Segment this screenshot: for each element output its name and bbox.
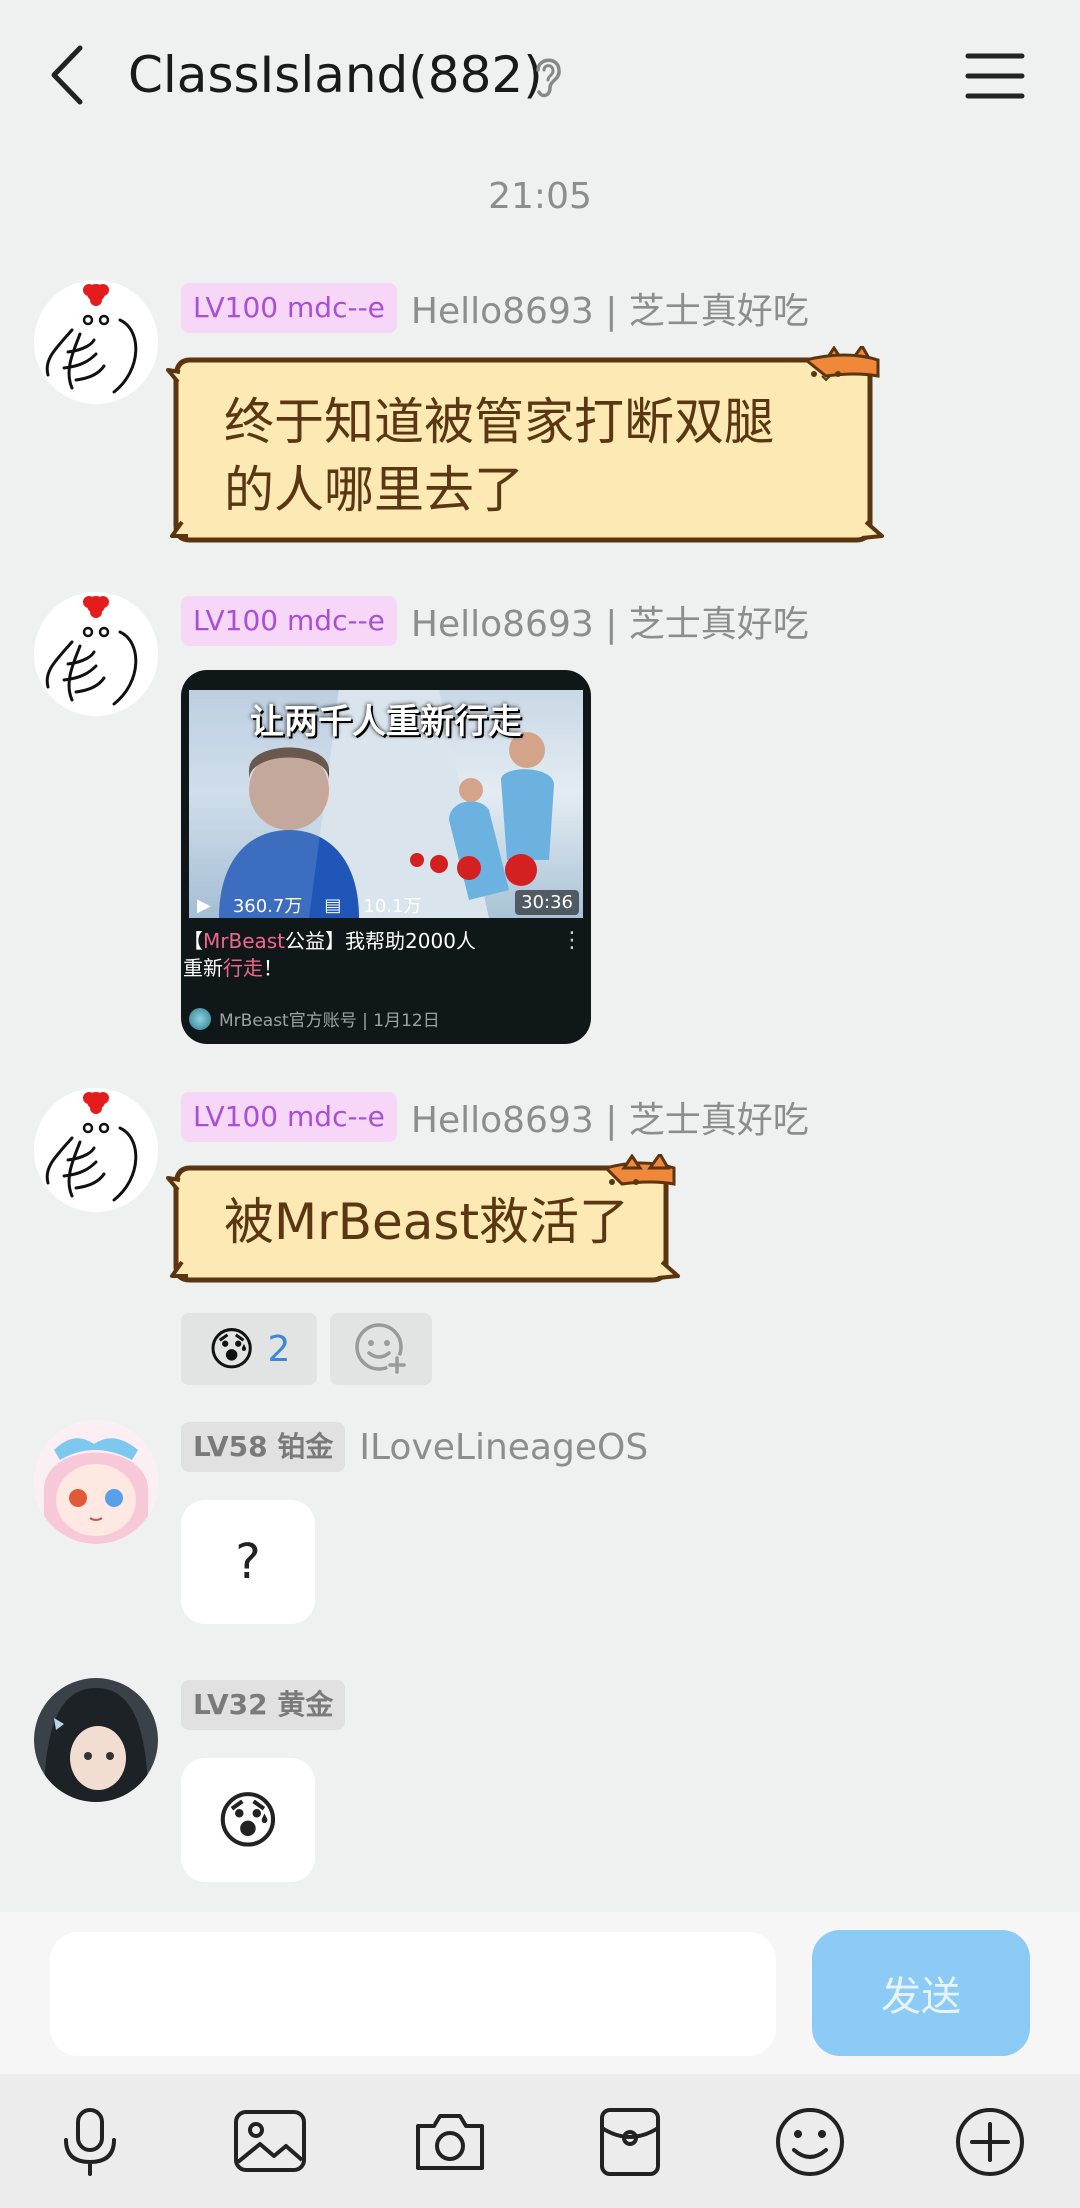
message-text: 被MrBeast救活了 <box>224 1193 630 1251</box>
avatar[interactable] <box>34 592 158 716</box>
add-reaction-button[interactable] <box>330 1313 432 1385</box>
message-input[interactable] <box>50 1932 776 2056</box>
reaction-count: 2 <box>267 1328 291 1370</box>
microphone-icon[interactable] <box>50 2102 130 2182</box>
add-emoji-icon <box>355 1323 407 1375</box>
level-badge: LV32 黄金 <box>181 1680 346 1730</box>
message-bubble[interactable]: 终于知道被管家打断双腿 的人哪里去了 <box>166 346 888 550</box>
message-bubble[interactable]: 被MrBeast救活了 <box>166 1154 682 1290</box>
level-badge: LV100 mdc--e <box>181 283 397 333</box>
thumbnail-caption: 让两千人重新行走 <box>250 702 522 742</box>
chat-header: ClassIsland(882) <box>0 0 1080 150</box>
menu-button[interactable] <box>962 50 1028 102</box>
sender-name: ILoveLineageOS <box>359 1426 649 1468</box>
channel-logo <box>189 1007 211 1030</box>
bottom-toolbar <box>0 2074 1080 2208</box>
avatar[interactable] <box>34 1088 158 1212</box>
video-title-part: ！ <box>263 956 283 980</box>
camera-icon[interactable] <box>410 2102 490 2182</box>
video-thumbnail: 让两千人重新行走 <box>189 690 583 918</box>
message-line: 终于知道被管家打断双腿 <box>224 393 774 451</box>
emoji-icon[interactable] <box>770 2102 850 2182</box>
message-meta: LV100 mdc--e Hello8693 | 芝士真好吃 <box>181 283 809 333</box>
comment-icon: ▤ <box>324 894 342 916</box>
view-count: 360.7万 <box>232 896 303 917</box>
video-title: 【MrBeast公益】我帮助2000人 重新行走！ <box>181 928 541 982</box>
input-bar: 发送 <box>0 1912 1080 2074</box>
message-meta: LV58 铂金 ILoveLineageOS <box>181 1422 648 1472</box>
play-icon: ▶ <box>197 894 211 916</box>
more-options-icon[interactable]: ⋮ <box>561 928 583 953</box>
message-meta: LV32 黄金 <box>181 1680 359 1730</box>
video-title-highlight: MrBeast <box>203 929 286 953</box>
video-title-highlight: 行走 <box>223 956 263 980</box>
reaction-chip[interactable]: 😰 2 <box>181 1313 317 1385</box>
send-button[interactable]: 发送 <box>812 1930 1030 2056</box>
message-text: 终于知道被管家打断双腿 的人哪里去了 <box>224 388 774 524</box>
video-title-part: 【 <box>183 929 203 953</box>
time-separator: 21:05 <box>488 176 592 217</box>
avatar[interactable] <box>34 280 158 404</box>
video-duration: 30:36 <box>515 890 579 915</box>
anxious-emoji-icon: 😰 <box>207 1322 256 1376</box>
comment-count: 10.1万 <box>363 896 422 917</box>
level-badge: LV100 mdc--e <box>181 596 397 646</box>
message-bubble[interactable]: 😰 <box>181 1758 315 1882</box>
avatar[interactable] <box>34 1678 158 1802</box>
plus-icon[interactable] <box>950 2102 1030 2182</box>
back-button[interactable] <box>40 40 100 110</box>
message-meta: LV100 mdc--e Hello8693 | 芝士真好吃 <box>181 596 809 646</box>
chat-title: ClassIsland(882) <box>128 46 543 104</box>
channel-name: MrBeast官方账号 | 1月12日 <box>219 1011 440 1031</box>
level-badge: LV100 mdc--e <box>181 1092 397 1142</box>
sender-name: Hello8693 | 芝士真好吃 <box>410 604 809 645</box>
red-packet-icon[interactable] <box>590 2102 670 2182</box>
message-meta: LV100 mdc--e Hello8693 | 芝士真好吃 <box>181 1092 809 1142</box>
sender-name: Hello8693 | 芝士真好吃 <box>410 291 809 332</box>
video-stats: ▶ 360.7万 ▤ 10.1万 <box>197 892 421 918</box>
sender-name: Hello8693 | 芝士真好吃 <box>410 1100 809 1141</box>
video-title-part: 重新 <box>183 956 223 980</box>
ear-icon <box>528 52 568 100</box>
video-channel: MrBeast官方账号 | 1月12日 <box>189 1006 440 1031</box>
video-share-card[interactable]: 让两千人重新行走 ▶ 360.7万 ▤ 10.1万 30:36 【MrBeast… <box>181 670 591 1044</box>
message-line: 的人哪里去了 <box>224 461 524 519</box>
video-title-part: 公益】我帮助2000人 <box>285 929 476 953</box>
message-bubble[interactable]: ? <box>181 1500 315 1624</box>
level-badge: LV58 铂金 <box>181 1422 346 1472</box>
image-icon[interactable] <box>230 2102 310 2182</box>
avatar[interactable] <box>34 1420 158 1544</box>
